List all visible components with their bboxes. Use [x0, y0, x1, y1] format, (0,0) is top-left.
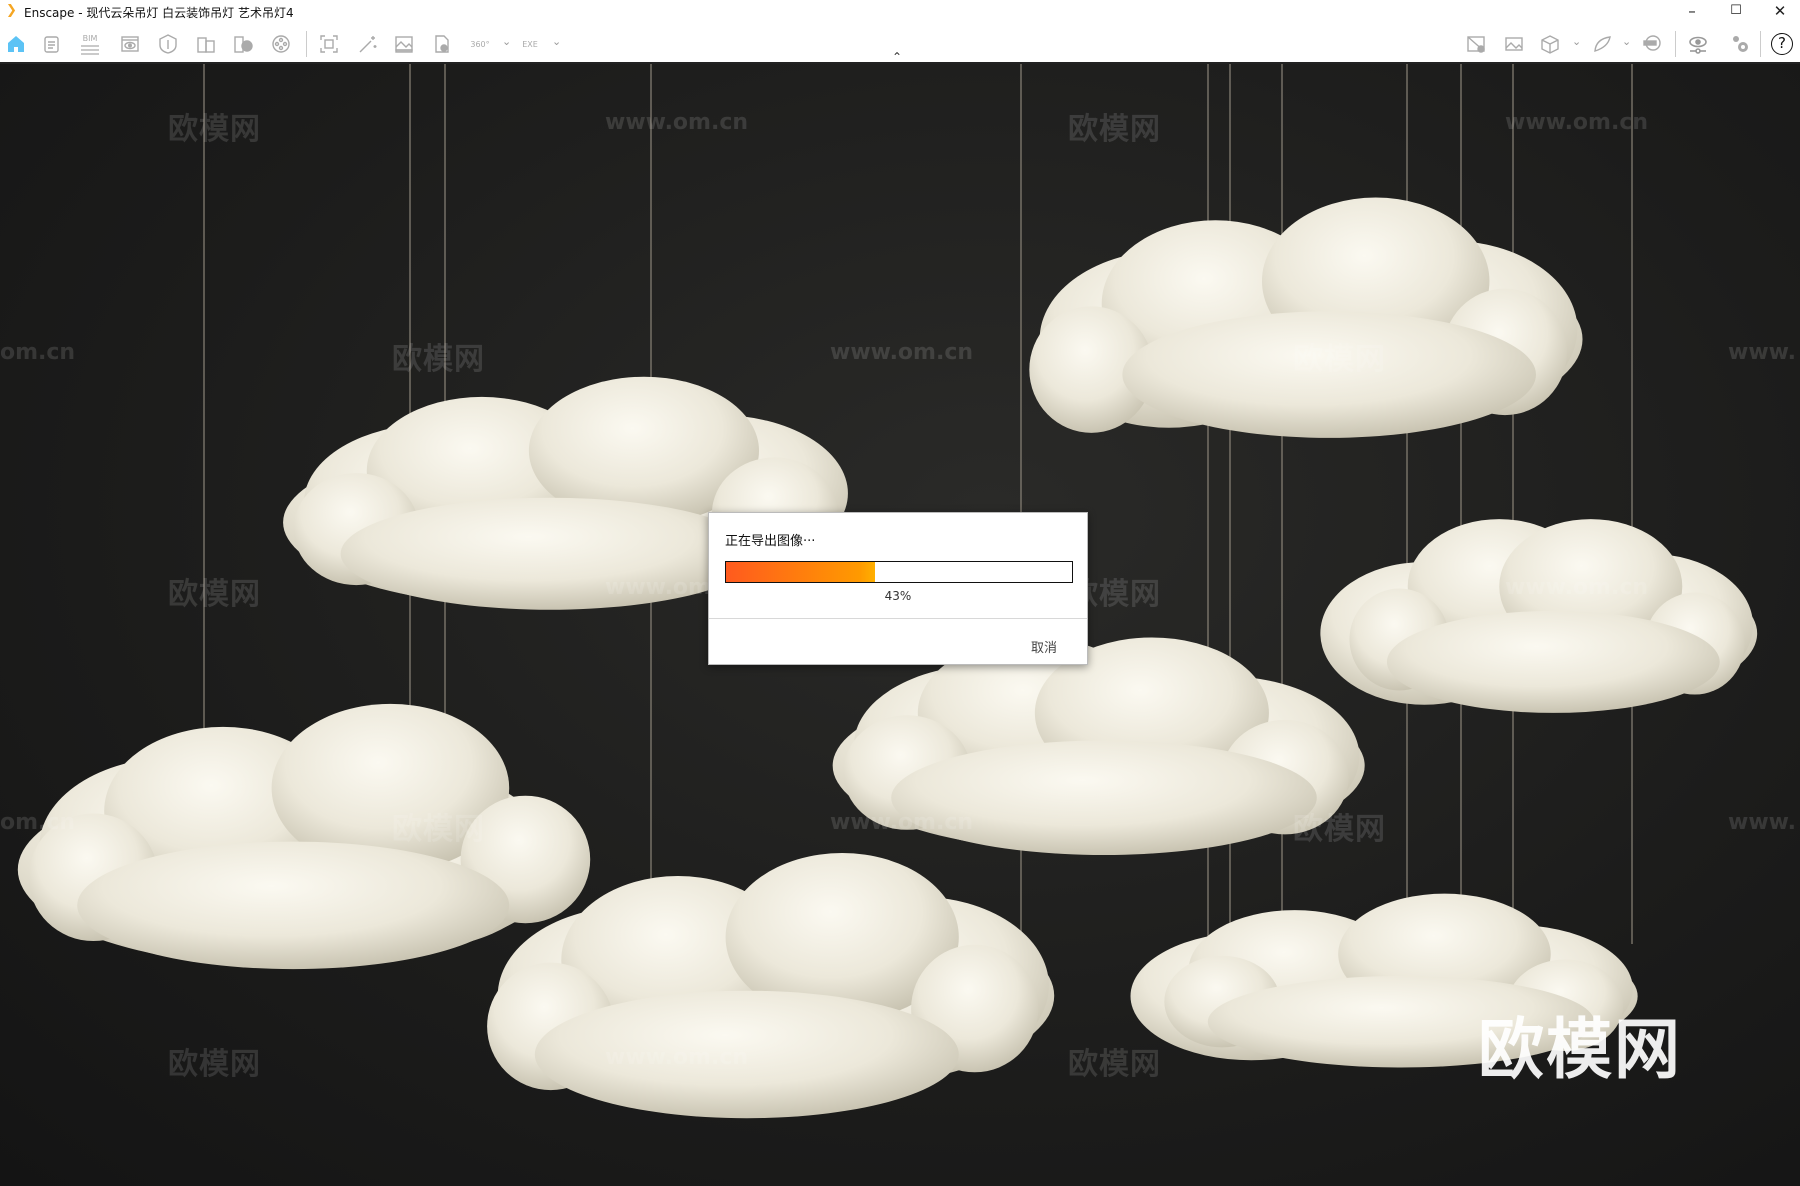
view-eye-icon[interactable] [116, 31, 144, 57]
enscape-logo-icon: ❯ [6, 3, 17, 18]
progress-percent: 43% [884, 589, 912, 603]
image-icon[interactable] [390, 31, 418, 57]
building-icon[interactable] [192, 31, 220, 57]
progress-fill [726, 562, 875, 582]
close-button[interactable]: ✕ [1758, 0, 1800, 25]
help-glyph: ? [1771, 33, 1793, 55]
notes-icon[interactable] [38, 31, 66, 57]
building-lightning-icon[interactable] [229, 31, 257, 57]
chevron-down-icon[interactable]: ⌄ [1572, 35, 1581, 48]
watermark-text: www. [1728, 340, 1796, 365]
shield-icon[interactable] [154, 31, 182, 57]
dialog-divider [709, 618, 1087, 619]
chevron-down-icon[interactable]: ⌄ [552, 35, 561, 48]
settings-gears-icon[interactable] [1726, 31, 1754, 57]
watermark-text: om.cn [0, 340, 76, 365]
map-pin-icon[interactable] [1462, 31, 1490, 57]
cloud-lamp [1320, 519, 1758, 713]
watermark-text: www.om.cn [1505, 110, 1649, 135]
dialog-title: 正在导出图像··· [725, 534, 816, 549]
image-strip-icon[interactable] [1500, 31, 1528, 57]
watermark-text: 欧模网 [168, 112, 261, 147]
film-reel-icon[interactable] [267, 31, 295, 57]
watermark-text: 欧模网 [1068, 1047, 1161, 1082]
window-title: Enscape - 现代云朵吊灯 白云装饰吊灯 艺术吊灯4 [24, 6, 294, 20]
watermark-text: om.cn [0, 810, 76, 835]
cloud-lamp [17, 703, 591, 970]
help-icon[interactable]: ? [1768, 31, 1796, 57]
screenshot-icon[interactable] [315, 31, 343, 57]
watermark-text: www.om.cn [605, 1045, 749, 1070]
title-bar: ❯ Enscape - 现代云朵吊灯 白云装饰吊灯 艺术吊灯4 – ☐ ✕ [0, 0, 1800, 25]
watermark-text: www. [1728, 810, 1796, 835]
wing-icon[interactable] [1588, 31, 1616, 57]
cube-icon[interactable] [1536, 31, 1564, 57]
export-file-icon[interactable] [428, 31, 456, 57]
brand-watermark: 欧模网 [1478, 1011, 1682, 1088]
panorama-360-icon[interactable]: 360° [466, 31, 494, 57]
watermark-text: 欧模网 [392, 812, 485, 847]
watermark-text: 欧模网 [1293, 342, 1386, 377]
vr-headset-icon[interactable] [1638, 31, 1666, 57]
maximize-button[interactable]: ☐ [1714, 0, 1758, 25]
bim-icon[interactable]: BIM [76, 31, 104, 57]
watermark-text: 欧模网 [1068, 112, 1161, 147]
toolbar-divider [1760, 31, 1761, 57]
minimize-button[interactable]: – [1670, 0, 1714, 25]
watermark-text: 欧模网 [168, 1047, 261, 1082]
exe-label: EXE [522, 39, 538, 49]
home-icon[interactable] [2, 31, 30, 57]
watermark-text: www.om.cn [830, 340, 974, 365]
progress-bar [725, 561, 1073, 583]
exe-export-icon[interactable]: EXE [516, 31, 544, 57]
watermark-text: www.om.cn [1505, 575, 1649, 600]
visual-settings-icon[interactable] [1684, 31, 1712, 57]
watermark-text: www.om.cn [830, 810, 974, 835]
cloud-lamp [1029, 197, 1583, 438]
toolbar-divider [1675, 31, 1676, 57]
chevron-down-icon[interactable]: ⌄ [502, 35, 511, 48]
cancel-button[interactable]: 取消 [1031, 637, 1057, 656]
chevron-down-icon[interactable]: ⌄ [1622, 35, 1631, 48]
collapse-toolbar-chevron-icon[interactable]: ⌃ [892, 50, 902, 64]
watermark-text: 欧模网 [392, 342, 485, 377]
watermark-text: www.om.cn [605, 110, 749, 135]
watermark-text: 欧模网 [168, 577, 261, 612]
watermark-text: 欧模网 [1293, 812, 1386, 847]
magic-wand-icon[interactable] [353, 31, 381, 57]
toolbar-divider [306, 31, 307, 57]
export-progress-dialog: 正在导出图像··· 43% 取消 [708, 512, 1088, 665]
bim-label: BIM [82, 33, 98, 43]
pano-label: 360° [470, 39, 490, 49]
